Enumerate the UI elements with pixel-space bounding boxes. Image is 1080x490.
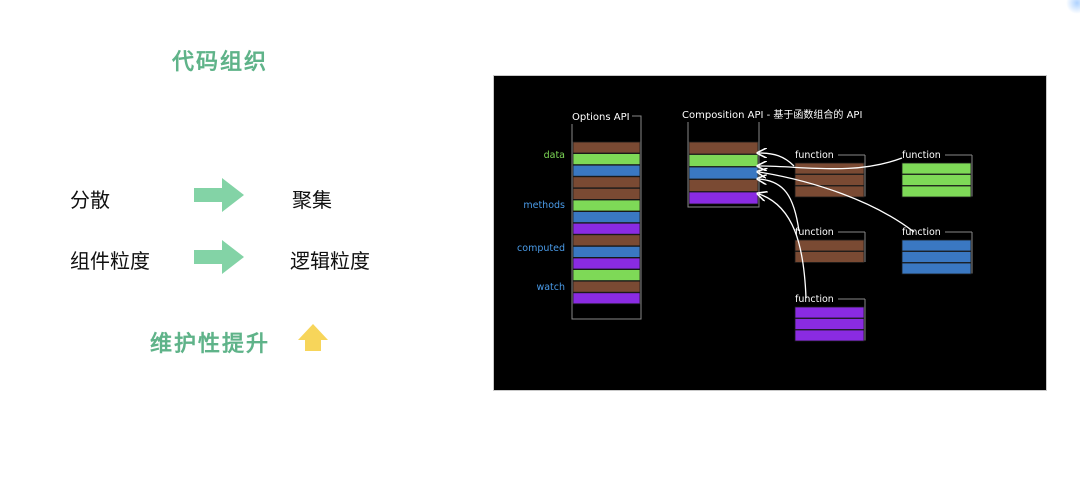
option-block-brown <box>572 188 641 200</box>
composition-block-purple <box>688 191 759 205</box>
api-diagram: Options API data methods computed watch … <box>517 108 973 342</box>
link-curve-1 <box>759 153 795 167</box>
options-api-title: Options API <box>572 112 630 123</box>
function-block-blue <box>901 239 972 252</box>
function-block-green <box>901 162 972 175</box>
arrow-right-icon <box>194 240 244 274</box>
row-2-to: 逻辑粒度 <box>290 249 370 273</box>
function-label: function <box>795 294 834 305</box>
option-block-blue <box>572 211 641 224</box>
function-groups: function function function function function <box>794 150 973 342</box>
link-curve-3 <box>759 179 800 232</box>
function-label: function <box>795 150 834 161</box>
option-block-purple <box>572 292 641 305</box>
corner-glow <box>1066 0 1080 14</box>
option-block-green <box>572 199 641 212</box>
api-diagram-panel: Options API data methods computed watch … <box>493 75 1047 391</box>
function-block-brown <box>794 185 865 198</box>
composition-block-blue <box>688 166 759 180</box>
function-block-green <box>901 185 972 198</box>
option-label-data: data <box>544 150 565 161</box>
option-block-brown <box>572 280 641 293</box>
row-1-to: 聚集 <box>292 188 332 212</box>
function-label: function <box>902 227 941 238</box>
function-label: function <box>795 227 834 238</box>
maintainability-label: 维护性提升 <box>150 332 271 357</box>
page-title: 代码组织 <box>171 50 268 75</box>
option-block-purple <box>572 257 641 270</box>
option-block-brown <box>572 176 641 189</box>
options-stack <box>572 141 641 305</box>
arrow-right-icon <box>194 178 244 212</box>
function-block-brown <box>794 239 865 252</box>
option-block-green <box>572 269 641 282</box>
function-label: function <box>902 150 941 161</box>
function-block-purple <box>794 318 865 330</box>
option-label-methods: methods <box>523 200 565 211</box>
option-block-green <box>572 153 641 165</box>
option-block-purple <box>572 222 641 235</box>
composition-block-brown <box>688 179 759 192</box>
function-block-blue <box>901 262 972 275</box>
row-2-from: 组件粒度 <box>70 249 150 273</box>
composition-block-green <box>688 154 759 167</box>
option-label-watch: watch <box>536 282 565 293</box>
function-block-brown <box>794 174 865 186</box>
composition-block-brown <box>688 141 759 155</box>
composition-api-title: Composition API - 基于函数组合的 API <box>682 108 862 121</box>
link-curve-5 <box>759 194 807 299</box>
option-block-brown <box>572 234 641 247</box>
function-block-green <box>901 174 972 186</box>
row-1-from: 分散 <box>70 188 110 212</box>
option-block-blue <box>572 164 641 177</box>
option-block-brown <box>572 141 641 154</box>
function-block-blue <box>901 251 972 263</box>
option-label-computed: computed <box>517 243 565 254</box>
function-block-brown <box>794 251 865 263</box>
option-block-blue <box>572 245 641 258</box>
composition-stack <box>688 141 759 205</box>
function-block-purple <box>794 306 865 319</box>
function-block-purple <box>794 329 865 342</box>
arrow-up-icon <box>298 324 328 354</box>
